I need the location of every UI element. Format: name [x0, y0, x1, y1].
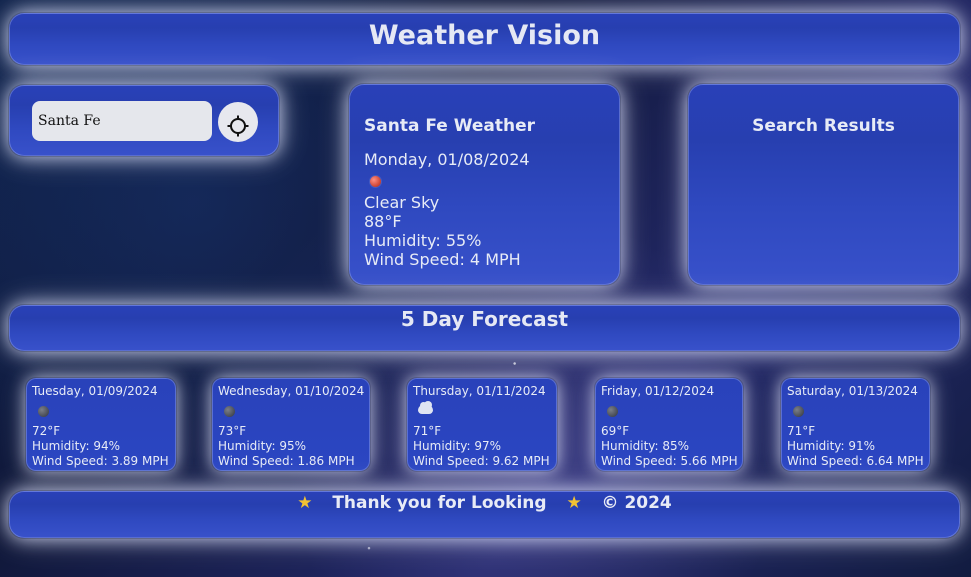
forecast-temperature: 72°F — [32, 424, 61, 438]
star-icon: ★ — [566, 493, 582, 513]
current-temperature: 88°F — [364, 212, 402, 231]
cloud-icon — [418, 401, 433, 414]
forecast-day-card: Saturday, 01/13/2024 71°F Humidity: 91% … — [781, 378, 930, 471]
forecast-wind-speed: Wind Speed: 3.89 MPH — [32, 454, 169, 468]
forecast-day-card: Wednesday, 01/10/2024 73°F Humidity: 95%… — [212, 378, 370, 471]
star-icon: ★ — [297, 493, 313, 513]
forecast-day-card: Tuesday, 01/09/2024 72°F Humidity: 94% W… — [26, 378, 176, 471]
forecast-wind-speed: Wind Speed: 6.64 MPH — [787, 454, 924, 468]
search-results-title: Search Results — [752, 116, 895, 136]
current-weather-title: Santa Fe Weather — [364, 116, 535, 136]
forecast-day-card: Friday, 01/12/2024 69°F Humidity: 85% Wi… — [595, 378, 743, 471]
forecast-date: Thursday, 01/11/2024 — [413, 384, 546, 398]
forecast-temperature: 71°F — [787, 424, 816, 438]
forecast-humidity: Humidity: 97% — [413, 439, 502, 453]
search-panel — [9, 85, 279, 156]
moon-icon — [607, 406, 618, 417]
city-search-input[interactable] — [32, 101, 212, 141]
footer-bar: ★ Thank you for Looking ★ © 2024 — [9, 491, 960, 538]
forecast-humidity: Humidity: 91% — [787, 439, 876, 453]
forecast-date: Friday, 01/12/2024 — [601, 384, 715, 398]
forecast-title: 5 Day Forecast — [400, 307, 569, 331]
forecast-temperature: 73°F — [218, 424, 247, 438]
current-wind-speed: Wind Speed: 4 MPH — [364, 250, 521, 269]
forecast-temperature: 71°F — [413, 424, 442, 438]
moon-icon — [793, 406, 804, 417]
sun-icon — [370, 176, 381, 187]
crosshair-icon — [227, 115, 249, 137]
moon-icon — [38, 406, 49, 417]
footer-copyright: © 2024 — [601, 493, 672, 513]
forecast-wind-speed: Wind Speed: 5.66 MPH — [601, 454, 738, 468]
moon-icon — [224, 406, 235, 417]
forecast-humidity: Humidity: 95% — [218, 439, 307, 453]
forecast-humidity: Humidity: 85% — [601, 439, 690, 453]
current-condition: Clear Sky — [364, 193, 440, 212]
search-results-card: Search Results — [688, 84, 959, 285]
header-bar: Weather Vision — [9, 13, 960, 65]
footer-message: Thank you for Looking — [332, 493, 547, 513]
forecast-date: Saturday, 01/13/2024 — [787, 384, 918, 398]
locate-button[interactable] — [218, 102, 258, 142]
forecast-header: 5 Day Forecast — [9, 305, 960, 351]
forecast-temperature: 69°F — [601, 424, 630, 438]
forecast-date: Tuesday, 01/09/2024 — [32, 384, 158, 398]
current-weather-date: Monday, 01/08/2024 — [364, 150, 530, 169]
forecast-day-card: Thursday, 01/11/2024 71°F Humidity: 97% … — [407, 378, 557, 471]
current-weather-card: Santa Fe Weather Monday, 01/08/2024 Clea… — [349, 84, 620, 285]
forecast-humidity: Humidity: 94% — [32, 439, 121, 453]
app-title: Weather Vision — [368, 20, 601, 51]
current-humidity: Humidity: 55% — [364, 231, 482, 250]
forecast-wind-speed: Wind Speed: 9.62 MPH — [413, 454, 550, 468]
forecast-wind-speed: Wind Speed: 1.86 MPH — [218, 454, 355, 468]
forecast-date: Wednesday, 01/10/2024 — [218, 384, 365, 398]
footer-content: ★ Thank you for Looking ★ © 2024 — [10, 493, 959, 513]
